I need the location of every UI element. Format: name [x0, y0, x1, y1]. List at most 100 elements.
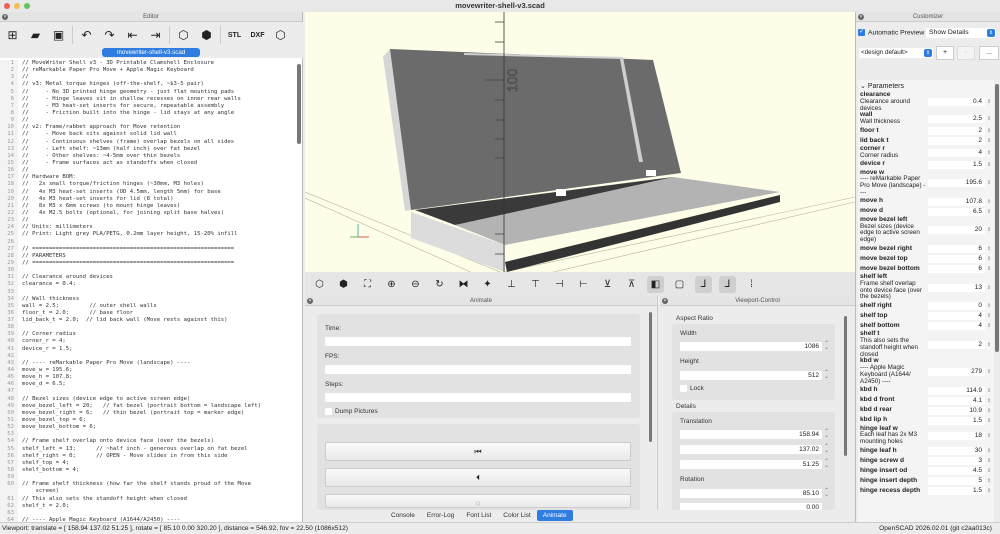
translation-y-stepper[interactable]: ⌃ ⌄: [824, 444, 829, 454]
parameter-value-input[interactable]: 1.5: [928, 416, 985, 425]
parameter-stepper[interactable]: ⇕: [987, 323, 991, 329]
parameter-stepper[interactable]: ⇕: [987, 369, 991, 375]
tab-error-log[interactable]: Error-Log: [421, 510, 460, 521]
surface-icon[interactable]: ✦: [479, 276, 496, 293]
zoom-in-icon[interactable]: ⊕: [383, 276, 400, 293]
parameter-value-input[interactable]: 4.1: [928, 396, 985, 405]
view-right-icon[interactable]: ⊢: [575, 276, 592, 293]
parameter-value-input[interactable]: 2: [928, 136, 985, 145]
steps-input[interactable]: [325, 393, 631, 402]
parameter-stepper[interactable]: ⇕: [987, 398, 991, 404]
parameter-value-input[interactable]: 6: [928, 244, 985, 253]
parameter-stepper[interactable]: ⇕: [987, 285, 991, 291]
unindent-icon[interactable]: ⇤: [123, 26, 142, 45]
perspective-icon[interactable]: ◧: [647, 275, 664, 293]
parameter-value-input[interactable]: 2: [928, 340, 985, 349]
3d-viewport[interactable]: 100: [305, 12, 855, 272]
view-center-icon[interactable]: ⧓: [455, 276, 472, 293]
parameter-stepper[interactable]: ⇕: [987, 180, 991, 186]
parameter-value-input[interactable]: 30: [928, 446, 985, 455]
parameter-value-input[interactable]: 0: [928, 302, 985, 311]
tab-font-list[interactable]: Font List: [460, 510, 497, 521]
parameter-stepper[interactable]: ⇕: [987, 433, 991, 439]
parameter-value-input[interactable]: 10.9: [928, 406, 985, 415]
close-panel-icon[interactable]: ×: [307, 298, 313, 304]
parameter-stepper[interactable]: ⇕: [987, 313, 991, 319]
width-input[interactable]: 1086: [680, 342, 822, 351]
parameter-value-input[interactable]: 4.5: [928, 466, 985, 475]
automatic-preview-checkbox[interactable]: ✓ Automatic Preview: [858, 29, 924, 36]
preview-icon[interactable]: ⬡: [174, 26, 193, 45]
parameter-value-input[interactable]: 4: [928, 312, 985, 321]
undo-icon[interactable]: ↶: [77, 26, 96, 45]
parameter-value-input[interactable]: 13: [928, 283, 985, 292]
minimize-window-button[interactable]: [14, 3, 20, 9]
parameter-value-input[interactable]: 2: [928, 126, 985, 135]
lock-checkbox[interactable]: Lock: [680, 385, 704, 392]
view-left-icon[interactable]: ⊣: [551, 276, 568, 293]
parameter-stepper[interactable]: ⇕: [987, 227, 991, 233]
parameter-stepper[interactable]: ⇕: [987, 246, 991, 252]
preset-select[interactable]: <design default> ⇕: [859, 48, 933, 58]
fps-input[interactable]: [325, 365, 631, 374]
parameter-stepper[interactable]: ⇕: [987, 162, 991, 168]
parameter-stepper[interactable]: ⇕: [987, 303, 991, 309]
view-top-icon[interactable]: ⊥: [503, 276, 520, 293]
details-select[interactable]: Show Details ⇕: [926, 28, 996, 38]
viewport-control-scrollbar[interactable]: [844, 316, 847, 456]
rotation-x-stepper[interactable]: ⌃ ⌄: [824, 488, 829, 498]
parameter-value-input[interactable]: 279: [928, 367, 985, 376]
reset-view-icon[interactable]: ↻: [431, 276, 448, 293]
translation-z-input[interactable]: 51.25: [680, 460, 822, 469]
width-stepper[interactable]: ⌃ ⌄: [824, 341, 829, 351]
zoom-out-icon[interactable]: ⊖: [407, 276, 424, 293]
parameter-value-input[interactable]: 2.5: [928, 115, 985, 124]
parameter-stepper[interactable]: ⇕: [987, 199, 991, 205]
rewind-button[interactable]: ⏮: [325, 442, 631, 461]
translation-x-stepper[interactable]: ⌃ ⌄: [824, 429, 829, 439]
tab-console[interactable]: Console: [385, 510, 421, 521]
parameter-stepper[interactable]: ⇕: [987, 128, 991, 134]
parameter-stepper[interactable]: ⇕: [987, 418, 991, 424]
add-preset-button[interactable]: +: [936, 46, 954, 60]
more-options-button[interactable]: ...: [979, 46, 999, 60]
show-edges-icon[interactable]: ⁞: [743, 276, 760, 293]
parameter-stepper[interactable]: ⇕: [987, 116, 991, 122]
rotation-x-input[interactable]: 85.10: [680, 489, 822, 498]
view-bottom-icon[interactable]: ⊤: [527, 276, 544, 293]
parameter-value-input[interactable]: 195.6: [928, 179, 985, 188]
parameter-value-input[interactable]: 107.8: [928, 197, 985, 206]
parameter-value-input[interactable]: 18: [928, 431, 985, 440]
parameter-value-input[interactable]: 6.5: [928, 207, 985, 216]
file-tab[interactable]: movewriter-shell-v3.scad: [102, 48, 200, 57]
save-icon[interactable]: ▣: [49, 26, 68, 45]
render-icon[interactable]: ⬢: [197, 26, 216, 45]
parameter-stepper[interactable]: ⇕: [987, 478, 991, 484]
export-stl-icon[interactable]: STL: [225, 26, 244, 45]
parameter-stepper[interactable]: ⇕: [987, 99, 991, 105]
parameter-value-input[interactable]: 4: [928, 148, 985, 157]
zoom-window-button[interactable]: [24, 3, 30, 9]
send-to-print-icon[interactable]: ⬡: [271, 26, 290, 45]
parameter-value-input[interactable]: 6: [928, 254, 985, 263]
parameter-stepper[interactable]: ⇕: [987, 468, 991, 474]
parameter-stepper[interactable]: ⇕: [987, 408, 991, 414]
parameter-value-input[interactable]: 20: [928, 226, 985, 235]
new-file-icon[interactable]: ⊞: [3, 26, 22, 45]
close-panel-icon[interactable]: ×: [2, 14, 8, 20]
close-window-button[interactable]: [4, 3, 10, 9]
tab-color-list[interactable]: Color List: [497, 510, 536, 521]
parameter-stepper[interactable]: ⇕: [987, 256, 991, 262]
parameter-stepper[interactable]: ⇕: [987, 150, 991, 156]
orthogonal-icon[interactable]: ▢: [671, 276, 688, 293]
parameter-stepper[interactable]: ⇕: [987, 458, 991, 464]
parameter-value-input[interactable]: 5: [928, 476, 985, 485]
parameter-value-input[interactable]: 6: [928, 264, 985, 273]
export-dxf-icon[interactable]: DXF: [248, 26, 267, 45]
parameter-value-input[interactable]: 114.9: [928, 386, 985, 395]
close-panel-icon[interactable]: ×: [858, 14, 864, 20]
render-icon[interactable]: ⬢: [335, 276, 352, 293]
open-file-icon[interactable]: ▰: [26, 26, 45, 45]
parameter-stepper[interactable]: ⇕: [987, 266, 991, 272]
time-input[interactable]: [325, 337, 631, 346]
